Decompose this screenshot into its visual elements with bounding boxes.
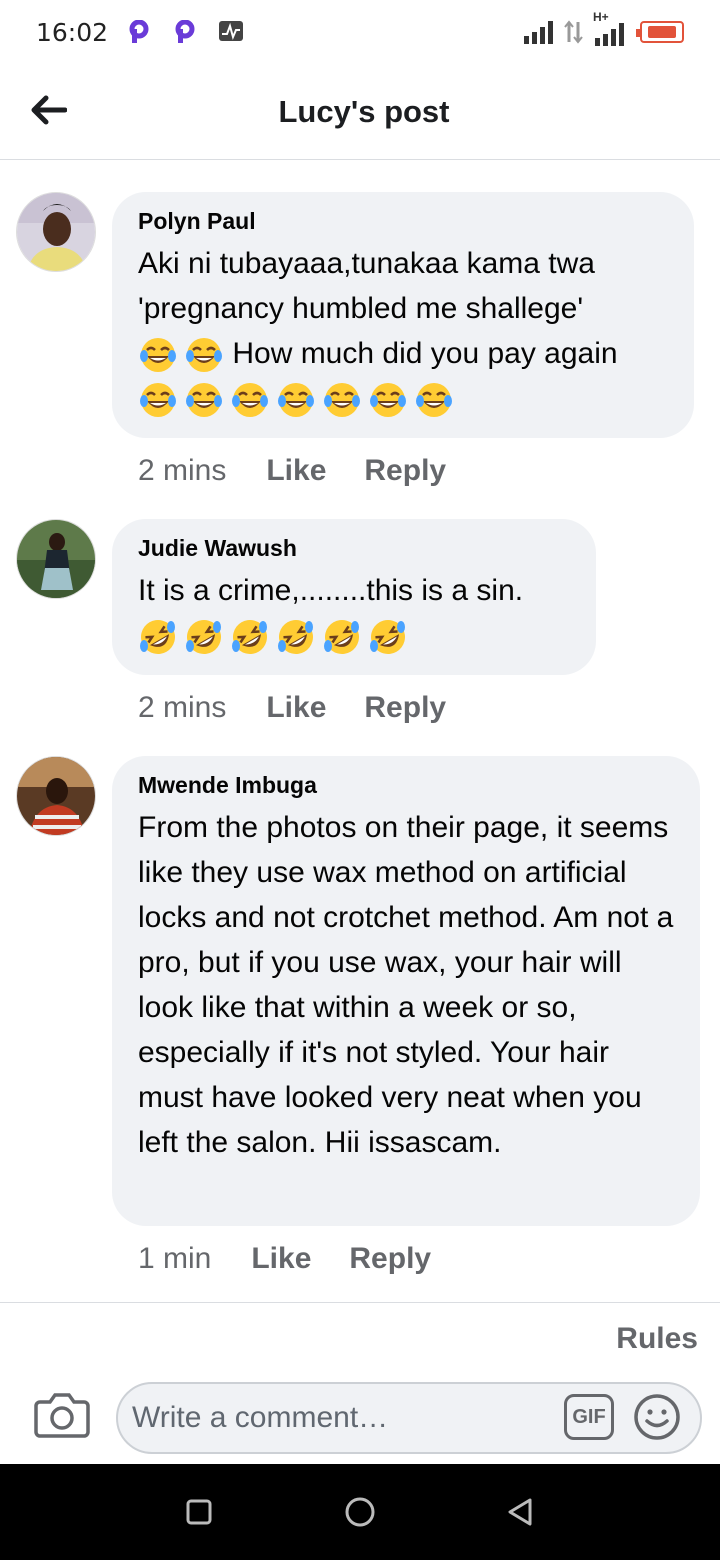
activity-icon [218,20,244,44]
camera-icon[interactable] [34,1390,90,1438]
comment-time: 2 mins [138,454,227,487]
back-arrow-icon[interactable] [26,88,70,132]
comment-text-part: It is a crime,........this is a sin. [138,574,524,607]
tears-of-joy-icon [138,336,178,374]
comment-bubble[interactable]: Mwende Imbuga From the photos on their p… [112,756,700,1226]
gif-button[interactable]: GIF [564,1394,614,1440]
tears-of-joy-icon [184,336,224,374]
network-type-label: H+ [593,10,609,24]
comment-time: 1 min [138,1242,212,1275]
battery-icon [636,21,684,43]
rolling-on-floor-laughing-icon [230,618,270,656]
status-indicators: H+ [524,10,684,46]
back-triangle-icon[interactable] [506,1496,536,1528]
rolling-on-floor-laughing-icon [368,618,408,656]
data-transfer-icon [564,20,583,44]
network-signal-icon: H+ [593,10,624,46]
comment-actions: 2 mins Like Reply [138,691,484,725]
comment-text-part: How much did you pay again [232,337,618,370]
like-button[interactable]: Like [266,691,326,725]
tears-of-joy-icon [184,381,224,419]
avatar[interactable] [16,756,96,836]
comment-text: From the photos on their page, it seems … [138,811,674,1159]
comment-bubble[interactable]: Polyn Paul Aki ni tubayaaa,tunakaa kama … [112,192,694,438]
page-title: Lucy's post [278,93,450,129]
tears-of-joy-icon [368,381,408,419]
comment-text: Aki ni tubayaaa,tunakaa kama twa 'pregna… [138,241,668,421]
comment-text: It is a crime,........this is a sin. [138,568,570,658]
recents-square-icon[interactable] [184,1497,214,1527]
tears-of-joy-icon [138,381,178,419]
status-time: 16:02 [36,17,109,47]
tears-of-joy-icon [230,381,270,419]
rules-link[interactable]: Rules [616,1322,698,1356]
post-header: Lucy's post [0,64,720,160]
footer-divider [0,1302,720,1303]
home-circle-icon[interactable] [343,1495,377,1529]
emoji-group [138,336,224,374]
system-navigation-bar [0,1464,720,1560]
status-bar: 16:02 H+ [0,0,720,64]
reply-button[interactable]: Reply [364,691,446,725]
avatar[interactable] [16,192,96,272]
comment-author[interactable]: Judie Wawush [138,535,570,562]
comment-author[interactable]: Mwende Imbuga [138,772,674,799]
tears-of-joy-icon [322,381,362,419]
comment-actions: 1 min Like Reply [138,1242,469,1276]
tears-of-joy-icon [414,381,454,419]
tears-of-joy-icon [276,381,316,419]
p-icon [174,19,196,44]
comment-input[interactable] [132,1401,552,1435]
app-screen: 16:02 H+ Lucy's post Polyn Paul Aki ni t… [0,0,720,1560]
signal-strength-icon [524,20,553,44]
emoji-group [138,381,454,419]
avatar[interactable] [16,519,96,599]
comment-bubble[interactable]: Judie Wawush It is a crime,........this … [112,519,596,675]
rolling-on-floor-laughing-icon [276,618,316,656]
rolling-on-floor-laughing-icon [322,618,362,656]
rolling-on-floor-laughing-icon [138,618,178,656]
rolling-on-floor-laughing-icon [184,618,224,656]
comment-composer[interactable]: GIF [116,1382,702,1454]
comment-author[interactable]: Polyn Paul [138,208,668,235]
p-icon [128,19,150,44]
comment-time: 2 mins [138,691,227,724]
like-button[interactable]: Like [266,454,326,488]
reply-button[interactable]: Reply [364,454,446,488]
comment-actions: 2 mins Like Reply [138,454,484,488]
comment-text-part: Aki ni tubayaaa,tunakaa kama twa 'pregna… [138,247,595,325]
smiley-icon[interactable] [632,1392,682,1442]
reply-button[interactable]: Reply [349,1242,431,1276]
like-button[interactable]: Like [251,1242,311,1276]
emoji-group [138,618,408,656]
